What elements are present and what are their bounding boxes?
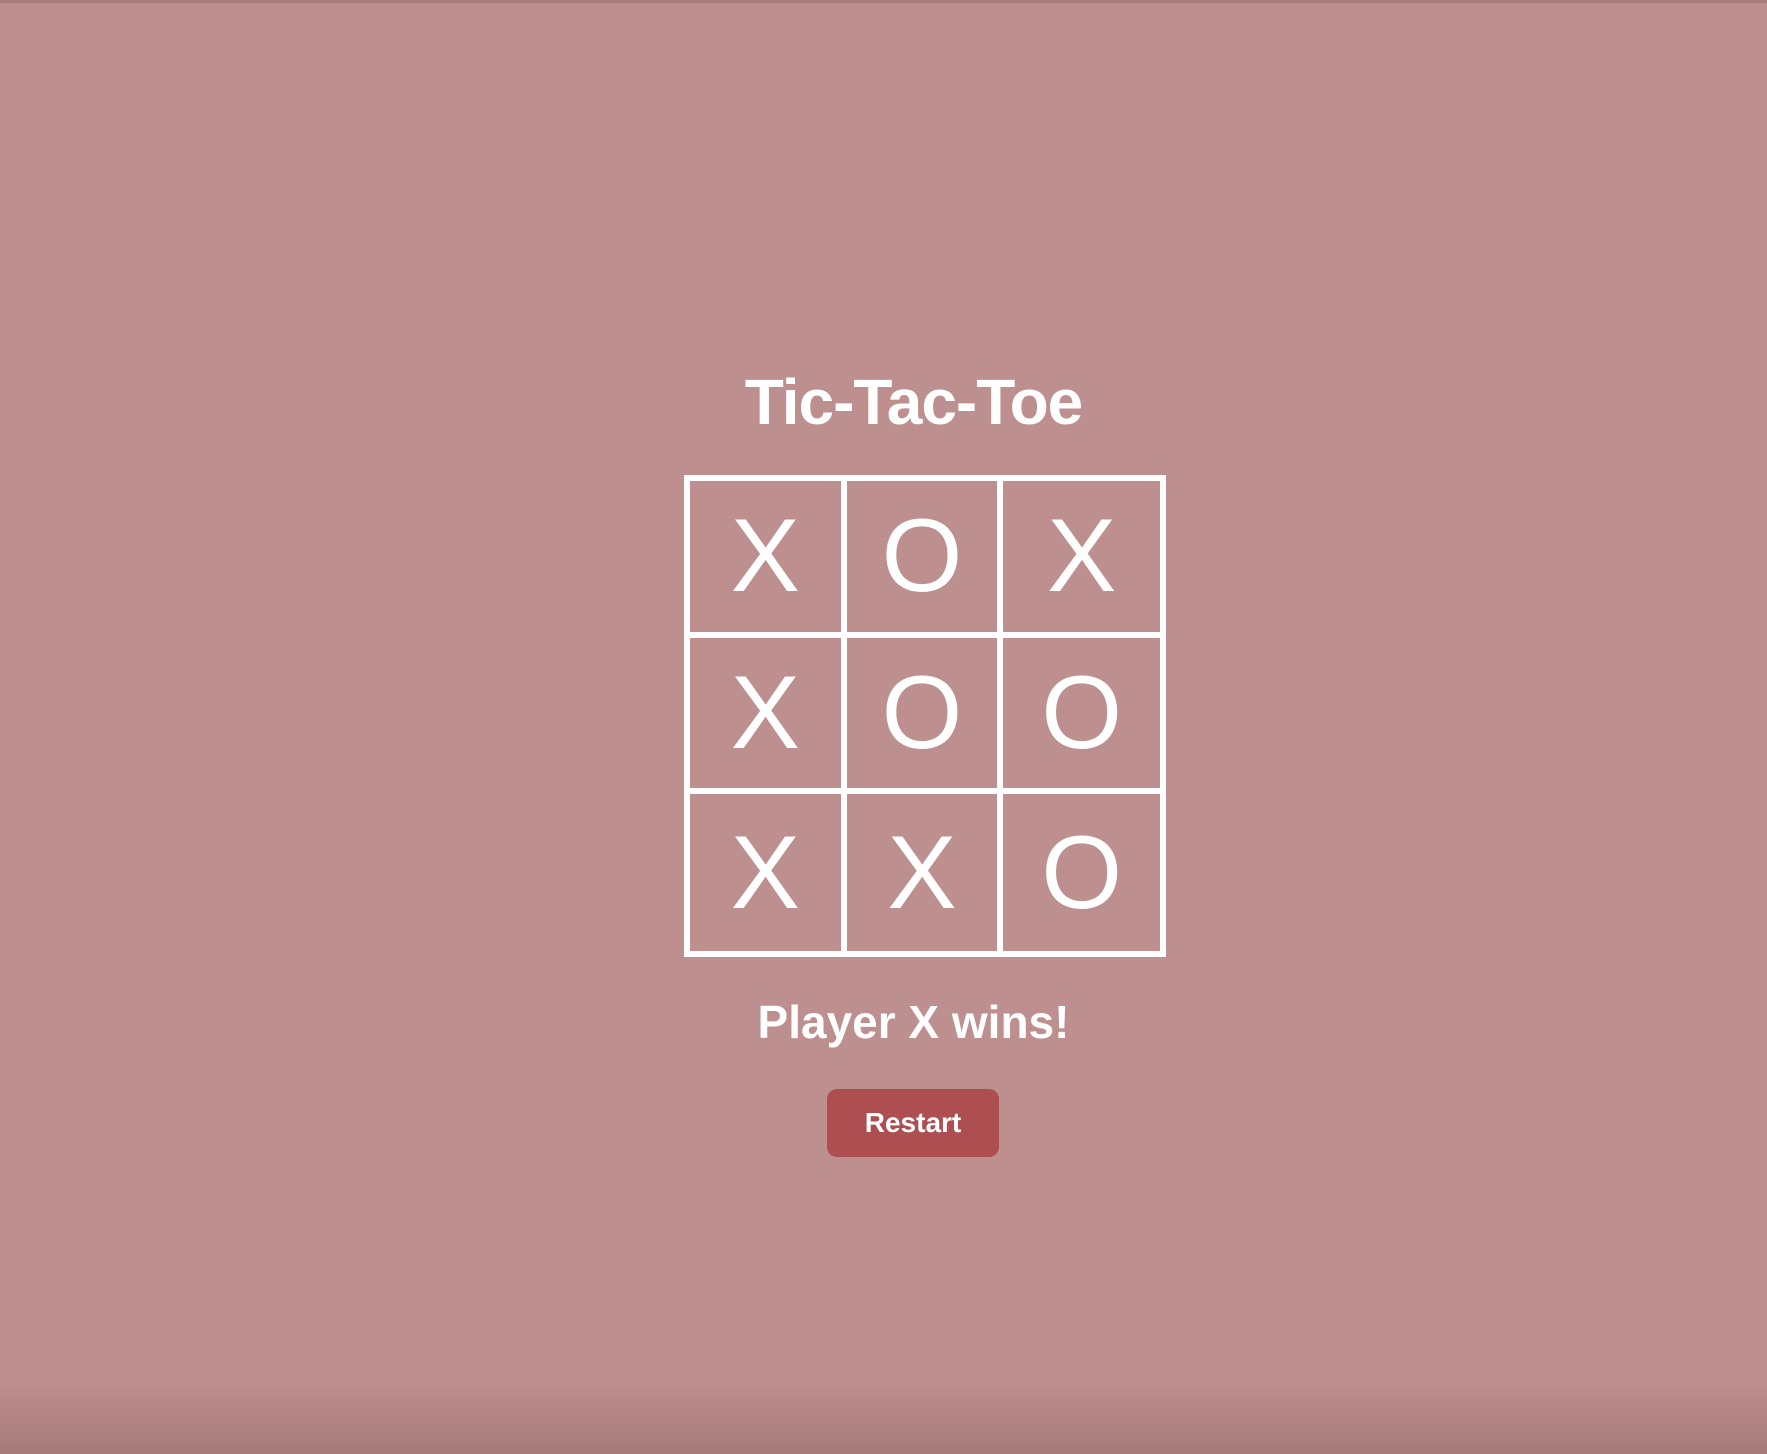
board-cell-r3-c2[interactable]: X — [847, 794, 1004, 951]
game-status: Player X wins! — [757, 996, 1070, 1048]
game-board: X O X X O O X X O — [684, 475, 1166, 957]
board-cell-r2-c1[interactable]: X — [690, 637, 847, 795]
board-cell-r3-c3[interactable]: O — [1003, 794, 1160, 951]
board-cell-r1-c1[interactable]: X — [690, 481, 847, 638]
board-cell-r1-c3[interactable]: X — [1003, 481, 1160, 638]
bottom-shade — [0, 1380, 1767, 1454]
restart-button[interactable]: Restart — [827, 1089, 999, 1157]
page-title: Tic-Tac-Toe — [744, 366, 1084, 438]
board-cell-r2-c2[interactable]: O — [846, 637, 1004, 795]
board-cell-r3-c1[interactable]: X — [690, 794, 847, 951]
top-edge — [0, 0, 1767, 3]
board-cell-r2-c3[interactable]: O — [1003, 638, 1160, 795]
board-cell-r1-c2[interactable]: O — [846, 481, 1004, 638]
